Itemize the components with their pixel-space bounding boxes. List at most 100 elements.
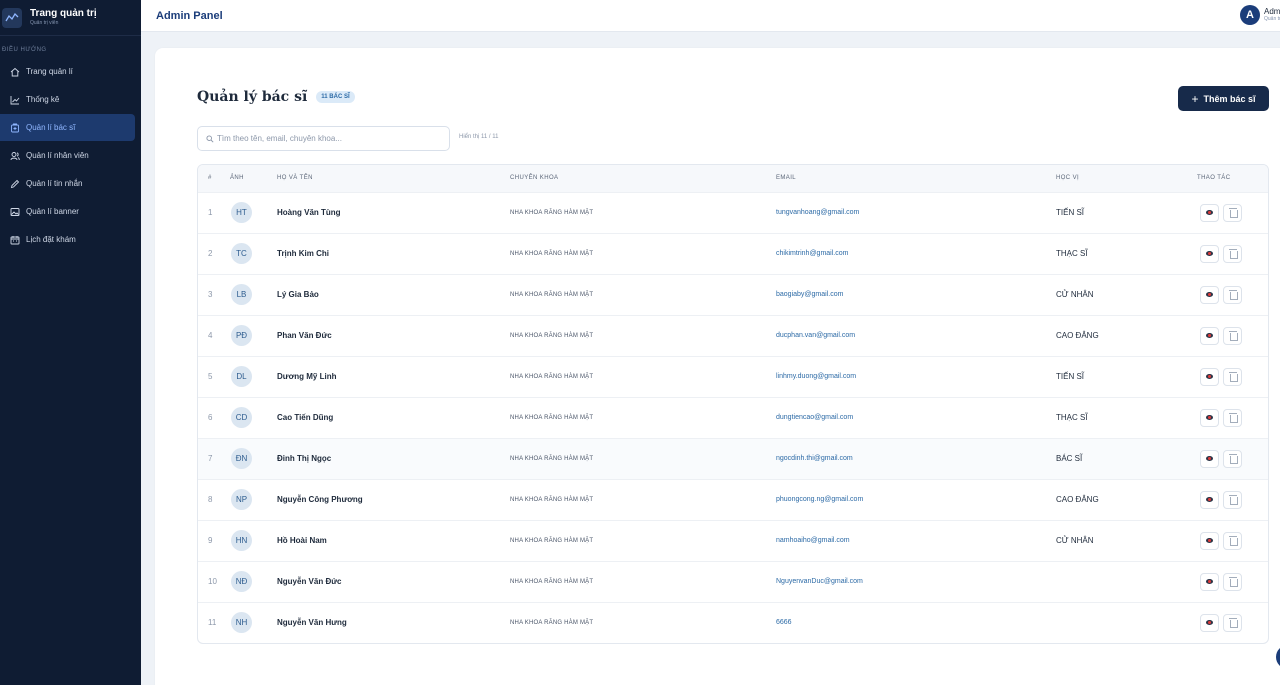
brand-title: Trang quản trị	[30, 8, 97, 19]
view-button[interactable]	[1200, 572, 1219, 591]
row-index: 4	[208, 331, 213, 340]
doctor-avatar: NH	[231, 612, 252, 634]
doctor-email[interactable]: ngocdinh.thi@gmail.com	[776, 438, 1056, 479]
sidebar-item-dashboard[interactable]: Trang quản lí	[0, 58, 135, 85]
view-button[interactable]	[1200, 367, 1219, 386]
eye-icon	[1206, 579, 1213, 584]
view-button[interactable]	[1200, 531, 1219, 550]
row-index: 6	[208, 413, 213, 422]
column-header-name[interactable]: HỌ VÀ TÊN	[277, 165, 510, 192]
table-row[interactable]: 5 DL Dương Mỹ Linh NHA KHOA RĂNG HÀM MẶT lin…	[198, 356, 1268, 397]
table-row[interactable]: 1 HT Hoàng Văn Tùng NHA KHOA RĂNG HÀM MẶT tu…	[198, 192, 1268, 233]
doctor-email[interactable]: namhoaiho@gmail.com	[776, 520, 1056, 561]
table-row[interactable]: 11 NH Nguyễn Văn Hưng NHA KHOA RĂNG HÀM MẶT…	[198, 602, 1268, 643]
doctor-avatar: HN	[231, 530, 252, 551]
delete-button[interactable]	[1223, 449, 1242, 468]
doctor-name: Đinh Thị Ngọc	[277, 454, 332, 463]
search-input[interactable]	[217, 134, 447, 143]
row-index: 9	[208, 536, 213, 545]
brand[interactable]: Trang quản trị Quản trị viên	[0, 0, 141, 36]
doctor-specialty: NHA KHOA RĂNG HÀM MẶT	[510, 209, 594, 216]
sidebar-item-label: Quản lí nhân viên	[26, 151, 89, 160]
search-box[interactable]	[197, 126, 450, 151]
doctor-degree: CỬ NHÂN	[1056, 290, 1094, 299]
delete-button[interactable]	[1223, 490, 1242, 509]
calendar-icon	[10, 235, 20, 245]
doctor-degree: TIẾN SĨ	[1056, 208, 1085, 217]
doctors-table: # ẢNH HỌ VÀ TÊN CHUYÊN KHOA EMAIL HỌC VỊ…	[197, 164, 1269, 644]
doctor-email[interactable]: NguyenvanDuc@gmail.com	[776, 561, 1056, 602]
doctor-degree: CAO ĐẲNG	[1056, 495, 1099, 504]
doctor-name: Nguyễn Văn Đức	[277, 577, 342, 586]
view-button[interactable]	[1200, 490, 1219, 509]
sidebar-item-appointments[interactable]: Lịch đặt khám	[0, 226, 135, 253]
view-button[interactable]	[1200, 326, 1219, 345]
view-button[interactable]	[1200, 285, 1219, 304]
table-row[interactable]: 3 LB Lý Gia Bảo NHA KHOA RĂNG HÀM MẶT baogia…	[198, 274, 1268, 315]
doctor-email[interactable]: tungvanhoang@gmail.com	[776, 192, 1056, 233]
sidebar-item-staff[interactable]: Quản lí nhân viên	[0, 142, 135, 169]
delete-button[interactable]	[1223, 244, 1242, 263]
eye-icon	[1206, 456, 1213, 461]
delete-button[interactable]	[1223, 367, 1242, 386]
doctor-email[interactable]: baogiaby@gmail.com	[776, 274, 1056, 315]
row-index: 1	[208, 208, 213, 217]
delete-button[interactable]	[1223, 203, 1242, 222]
table-row[interactable]: 7 ĐN Đinh Thị Ngọc NHA KHOA RĂNG HÀM MẶT ngo…	[198, 438, 1268, 479]
table-row[interactable]: 10 NĐ Nguyễn Văn Đức NHA KHOA RĂNG HÀM MẶT N…	[198, 561, 1268, 602]
eye-icon	[1206, 333, 1213, 338]
delete-button[interactable]	[1223, 572, 1242, 591]
trash-icon	[1228, 536, 1238, 546]
trash-icon	[1228, 372, 1238, 382]
view-button[interactable]	[1200, 613, 1219, 632]
user-avatar[interactable]: A	[1240, 5, 1260, 25]
view-button[interactable]	[1200, 203, 1219, 222]
add-doctor-button[interactable]: + Thêm bác sĩ	[1178, 86, 1269, 111]
doctor-avatar: ĐN	[231, 448, 252, 469]
table-row[interactable]: 2 TC Trịnh Kim Chi NHA KHOA RĂNG HÀM MẶT chi…	[198, 233, 1268, 274]
column-header-specialty[interactable]: CHUYÊN KHOA	[510, 165, 776, 192]
row-index: 7	[208, 454, 213, 463]
doctor-email[interactable]: 6666	[776, 602, 1056, 643]
sidebar-item-label: Thống kê	[26, 95, 60, 104]
table-row[interactable]: 9 HN Hồ Hoài Nam NHA KHOA RĂNG HÀM MẶT namho…	[198, 520, 1268, 561]
sidebar-item-messages[interactable]: Quản lí tin nhắn	[0, 170, 135, 197]
delete-button[interactable]	[1223, 285, 1242, 304]
doctor-name: Cao Tiến Dũng	[277, 413, 334, 422]
delete-button[interactable]	[1223, 531, 1242, 550]
view-button[interactable]	[1200, 408, 1219, 427]
doctor-email[interactable]: phuongcong.ng@gmail.com	[776, 479, 1056, 520]
doctor-specialty: NHA KHOA RĂNG HÀM MẶT	[510, 619, 594, 626]
delete-button[interactable]	[1223, 613, 1242, 632]
sidebar-item-label: Quản lí tin nhắn	[26, 179, 83, 188]
table-row[interactable]: 6 CD Cao Tiến Dũng NHA KHOA RĂNG HÀM MẶT dun…	[198, 397, 1268, 438]
table-row[interactable]: 8 NP Nguyễn Công Phương NHA KHOA RĂNG HÀM M…	[198, 479, 1268, 520]
table-row[interactable]: 4 PĐ Phan Văn Đức NHA KHOA RĂNG HÀM MẶT ducp…	[198, 315, 1268, 356]
doctor-email[interactable]: chikimtrinh@gmail.com	[776, 233, 1056, 274]
sidebar-item-statistics[interactable]: Thống kê	[0, 86, 135, 113]
sidebar-item-doctors[interactable]: Quản lí bác sĩ	[0, 114, 135, 141]
row-index: 3	[208, 290, 213, 299]
view-button[interactable]	[1200, 244, 1219, 263]
sidebar-item-label: Quản lí bác sĩ	[26, 123, 76, 132]
column-header-email[interactable]: EMAIL	[776, 165, 1056, 192]
column-header-degree[interactable]: HỌC VỊ	[1056, 165, 1197, 192]
doctor-specialty: NHA KHOA RĂNG HÀM MẶT	[510, 373, 594, 380]
trash-icon	[1228, 577, 1238, 587]
view-button[interactable]	[1200, 449, 1219, 468]
doctor-email[interactable]: dungtiencao@gmail.com	[776, 397, 1056, 438]
delete-button[interactable]	[1223, 408, 1242, 427]
nav-section-label: ĐIỀU HƯỚNG	[2, 47, 47, 53]
doctor-email[interactable]: linhmy.duong@gmail.com	[776, 356, 1056, 397]
trash-icon	[1228, 290, 1238, 300]
delete-button[interactable]	[1223, 326, 1242, 345]
doctor-email[interactable]: ducphan.van@gmail.com	[776, 315, 1056, 356]
eye-icon	[1206, 251, 1213, 256]
eye-icon	[1206, 620, 1213, 626]
doctor-specialty: NHA KHOA RĂNG HÀM MẶT	[510, 578, 594, 585]
sidebar-item-banners[interactable]: Quản lí banner	[0, 198, 135, 225]
doctor-name: Lý Gia Bảo	[277, 290, 319, 299]
image-icon	[10, 207, 20, 217]
user-menu[interactable]: A Admin Quản trị viên	[1240, 5, 1280, 25]
trash-icon	[1228, 208, 1238, 218]
